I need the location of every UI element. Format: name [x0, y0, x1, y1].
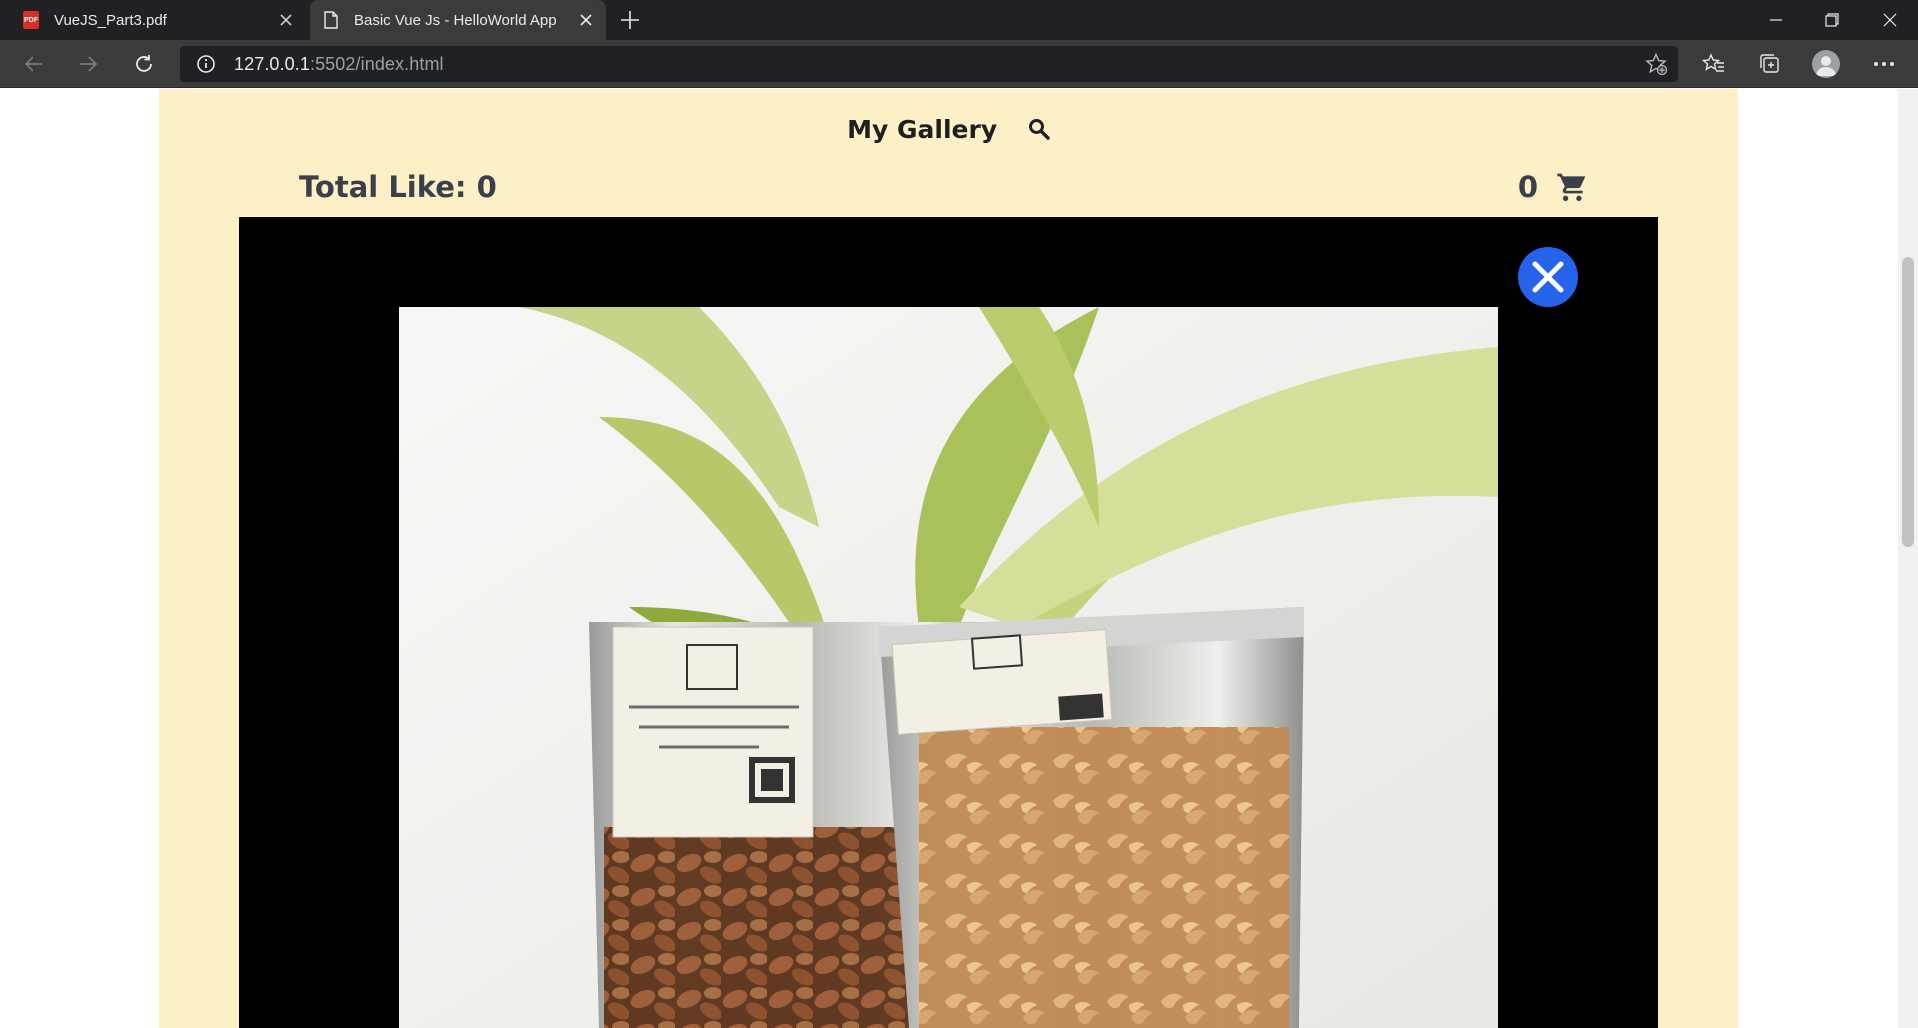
forward-icon[interactable] [72, 48, 104, 80]
more-icon[interactable] [1868, 48, 1900, 80]
cart-count: 0 [1517, 170, 1538, 204]
page-title: My Gallery [847, 114, 998, 144]
info-icon[interactable] [196, 54, 216, 74]
tab-vuejs-pdf[interactable]: PDF VueJS_Part3.pdf [0, 0, 306, 40]
gallery-page: My Gallery Total Like: 0 0 [159, 89, 1738, 1028]
cart[interactable]: 0 [1518, 170, 1588, 204]
gallery-photo [399, 307, 1498, 1028]
tab-title: Basic Vue Js - HelloWorld App [354, 11, 557, 29]
gallery-header: My Gallery [159, 113, 1738, 144]
favorites-icon[interactable] [1698, 48, 1730, 80]
add-favorite-icon[interactable] [1644, 52, 1668, 76]
refresh-icon[interactable] [128, 48, 160, 80]
close-icon [1532, 261, 1564, 293]
url-text[interactable]: 127.0.0.1:5502/index.html [234, 54, 444, 75]
image-modal [239, 217, 1658, 1028]
pdf-icon: PDF [22, 11, 40, 29]
collections-icon[interactable] [1754, 48, 1786, 80]
new-tab-icon[interactable] [618, 8, 642, 32]
cart-icon[interactable] [1556, 171, 1588, 203]
document-icon [322, 11, 340, 29]
total-like-label: Total Like: 0 [299, 170, 497, 204]
back-icon[interactable] [18, 48, 50, 80]
tab-basic-vue[interactable]: Basic Vue Js - HelloWorld App [310, 0, 606, 40]
search-icon[interactable] [1028, 118, 1050, 140]
page-viewport: My Gallery Total Like: 0 0 [0, 89, 1918, 1028]
profile-avatar[interactable] [1810, 48, 1842, 80]
close-modal-button[interactable] [1518, 247, 1578, 307]
restore-button[interactable] [1804, 0, 1860, 40]
tab-close-icon[interactable] [278, 12, 294, 28]
browser-tab-bar: PDF VueJS_Part3.pdf Basic Vue Js - Hello… [0, 0, 1918, 40]
browser-toolbar: 127.0.0.1:5502/index.html [0, 40, 1918, 88]
close-window-button[interactable] [1862, 0, 1918, 40]
nut-bags-photo [399, 307, 1498, 1028]
page-scrollbar[interactable] [1898, 89, 1918, 1028]
scrollbar-thumb[interactable] [1902, 257, 1914, 547]
tab-title: VueJS_Part3.pdf [54, 11, 167, 29]
tab-close-icon[interactable] [578, 12, 594, 28]
minimize-button[interactable] [1748, 0, 1804, 40]
address-bar[interactable]: 127.0.0.1:5502/index.html [180, 46, 1678, 82]
